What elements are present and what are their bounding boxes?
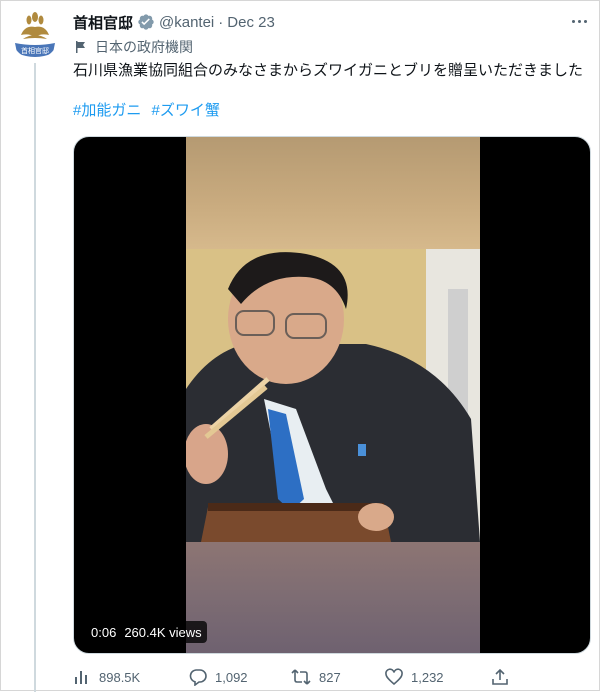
reply-icon [189,669,207,686]
video-blur-bottom [186,542,480,653]
video-meta: 0:06 260.4K views [86,621,207,643]
retweet-button[interactable]: 827 [291,668,341,686]
retweet-count: 827 [319,669,341,685]
video-views: 260.4K views [124,624,202,640]
views-button[interactable]: 898.5K [73,668,140,686]
share-icon [492,668,508,685]
video-time: 0:06 [91,624,117,640]
thread-line [34,63,36,692]
reply-button[interactable]: 1,092 [189,668,248,686]
handle[interactable]: @kantei [159,14,214,31]
avatar[interactable]: 首相官邸 [11,11,59,59]
tweet-text: 石川県漁業協同組合のみなさまからズワイガニとブリを贈呈いただきました [73,62,584,79]
like-count: 1,232 [411,669,444,685]
share-button[interactable] [491,668,517,686]
hashtag-link[interactable]: #ズワイ蟹 [152,102,220,119]
hashtag-link[interactable]: #加能ガニ [73,102,141,119]
retweet-icon [291,669,311,685]
video-frame [186,137,480,653]
views-icon [75,671,87,684]
avatar-seal-text: 首相官邸 [21,46,49,55]
affiliation-text: 日本の政府機関 [95,39,193,55]
reply-count: 1,092 [215,669,248,685]
separator: · [218,13,224,31]
video-player[interactable]: 0:06 260.4K views [73,136,591,654]
video-scene [186,249,480,542]
timestamp[interactable]: Dec 23 [227,14,275,31]
more-options-icon[interactable] [567,9,591,33]
kantei-seal-icon: 首相官邸 [11,11,59,59]
flag-icon [73,39,89,55]
tweet-card[interactable]: 首相官邸 首相官邸 @kantei · Dec 23 日本の政府機関 石川県漁業… [0,0,600,692]
views-count: 898.5K [99,669,141,685]
hashtags: #加能ガニ #ズワイ蟹 [73,101,226,121]
video-blur-top [186,137,480,249]
display-name[interactable]: 首相官邸 [73,12,133,33]
tweet-header: 首相官邸 @kantei · Dec 23 [73,11,583,33]
verified-badge-icon [137,13,155,31]
affiliation-label: 日本の政府機関 [73,37,193,57]
action-bar: 898.5K 1,092 827 1,232 [73,665,585,689]
like-button[interactable]: 1,232 [385,668,444,686]
like-icon [385,668,403,686]
